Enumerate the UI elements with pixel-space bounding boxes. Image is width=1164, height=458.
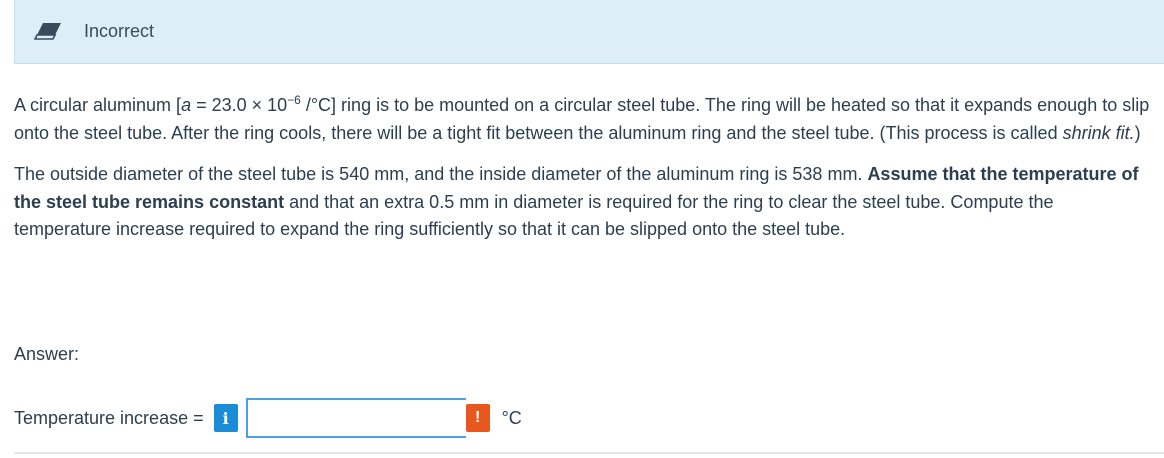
error-icon[interactable]: !	[465, 404, 490, 432]
eraser-icon	[34, 23, 61, 40]
unit-label: °C	[501, 407, 522, 428]
answer-heading: Answer:	[14, 344, 80, 364]
question-paragraph-2: The outside diameter of the steel tube i…	[14, 164, 1139, 239]
temperature-increase-input[interactable]	[245, 398, 466, 438]
info-icon[interactable]: i	[213, 404, 238, 432]
bottom-divider	[14, 452, 1164, 454]
temperature-increase-label: Temperature increase =	[14, 407, 204, 428]
question-text: A circular aluminum [a = 23.0 × 10−6 /°C…	[14, 92, 1154, 258]
question-paragraph-1: A circular aluminum [a = 23.0 × 10−6 /°C…	[14, 93, 1150, 143]
status-banner: Incorrect	[14, 0, 1164, 64]
status-label: Incorrect	[84, 21, 155, 41]
answer-row: Temperature increase = i ! °C	[14, 398, 522, 438]
